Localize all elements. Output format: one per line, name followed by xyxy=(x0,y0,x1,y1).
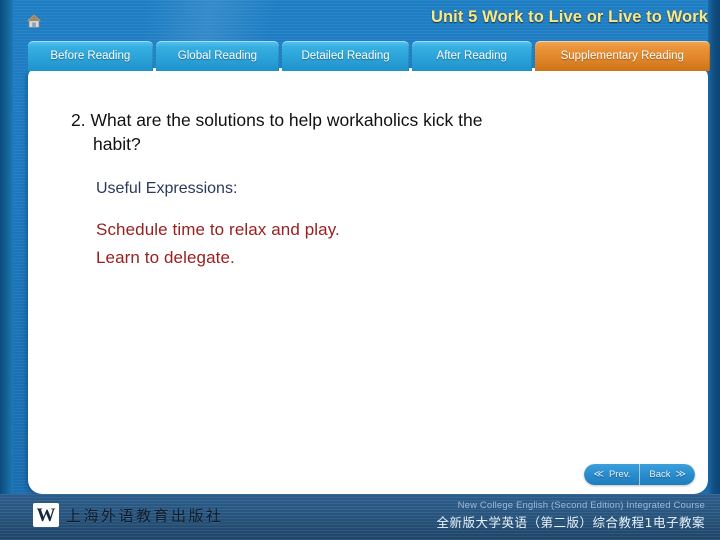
tab-after-reading[interactable]: After Reading xyxy=(411,41,532,71)
back-button-label: Back xyxy=(649,469,671,480)
course-title-en: New College English (Second Edition) Int… xyxy=(457,500,705,511)
prev-button-label: Prev. xyxy=(608,469,631,480)
tab-label: Supplementary Reading xyxy=(560,50,684,62)
navigation-buttons: ≪ Prev. Back ≫ xyxy=(584,464,695,485)
question-text: 2. What are the solutions to help workah… xyxy=(71,106,671,134)
publisher-logo: W 上海外语教育出版社 xyxy=(33,503,224,527)
tab-supplementary-reading[interactable]: Supplementary Reading xyxy=(534,41,710,71)
w-mark-icon: W xyxy=(33,503,59,527)
chevron-double-right-icon: ≫ xyxy=(675,468,686,480)
slide-header: Unit 5 Work to Live or Live to Work xyxy=(0,0,720,40)
content-panel: 2. What are the solutions to help workah… xyxy=(28,68,708,494)
prev-button[interactable]: ≪ Prev. xyxy=(584,464,641,485)
course-title-cn: 全新版大学英语（第二版）综合教程1电子教案 xyxy=(436,515,705,530)
publisher-name: 上海外语教育出版社 xyxy=(66,506,224,525)
expression-item: Schedule time to relax and play. xyxy=(96,220,340,239)
page-title: Unit 5 Work to Live or Live to Work xyxy=(430,8,708,26)
question-number: 2. xyxy=(71,110,86,130)
expression-item: Learn to delegate. xyxy=(96,248,235,267)
tab-label: Detailed Reading xyxy=(301,50,390,62)
tab-label: Before Reading xyxy=(50,50,131,62)
slide-root: Unit 5 Work to Live or Live to Work Befo… xyxy=(0,0,720,540)
back-button[interactable]: Back ≫ xyxy=(640,464,695,485)
course-info: New College English (Second Edition) Int… xyxy=(437,499,705,532)
tab-before-reading[interactable]: Before Reading xyxy=(28,41,153,71)
home-icon[interactable] xyxy=(25,13,43,29)
chevron-double-left-icon: ≪ xyxy=(593,468,604,480)
useful-expressions-label: Useful Expressions: xyxy=(96,180,238,197)
tab-label: Global Reading xyxy=(177,50,258,62)
tab-label: After Reading xyxy=(436,50,507,62)
tab-bar: Before Reading Global Reading Detailed R… xyxy=(28,41,710,71)
tab-global-reading[interactable]: Global Reading xyxy=(155,41,280,71)
question-line-2: habit? xyxy=(93,134,141,154)
slide-footer: W 上海外语教育出版社 New College English (Second … xyxy=(0,494,720,540)
tab-detailed-reading[interactable]: Detailed Reading xyxy=(282,41,409,71)
question-line-1: What are the solutions to help workaholi… xyxy=(90,110,483,130)
